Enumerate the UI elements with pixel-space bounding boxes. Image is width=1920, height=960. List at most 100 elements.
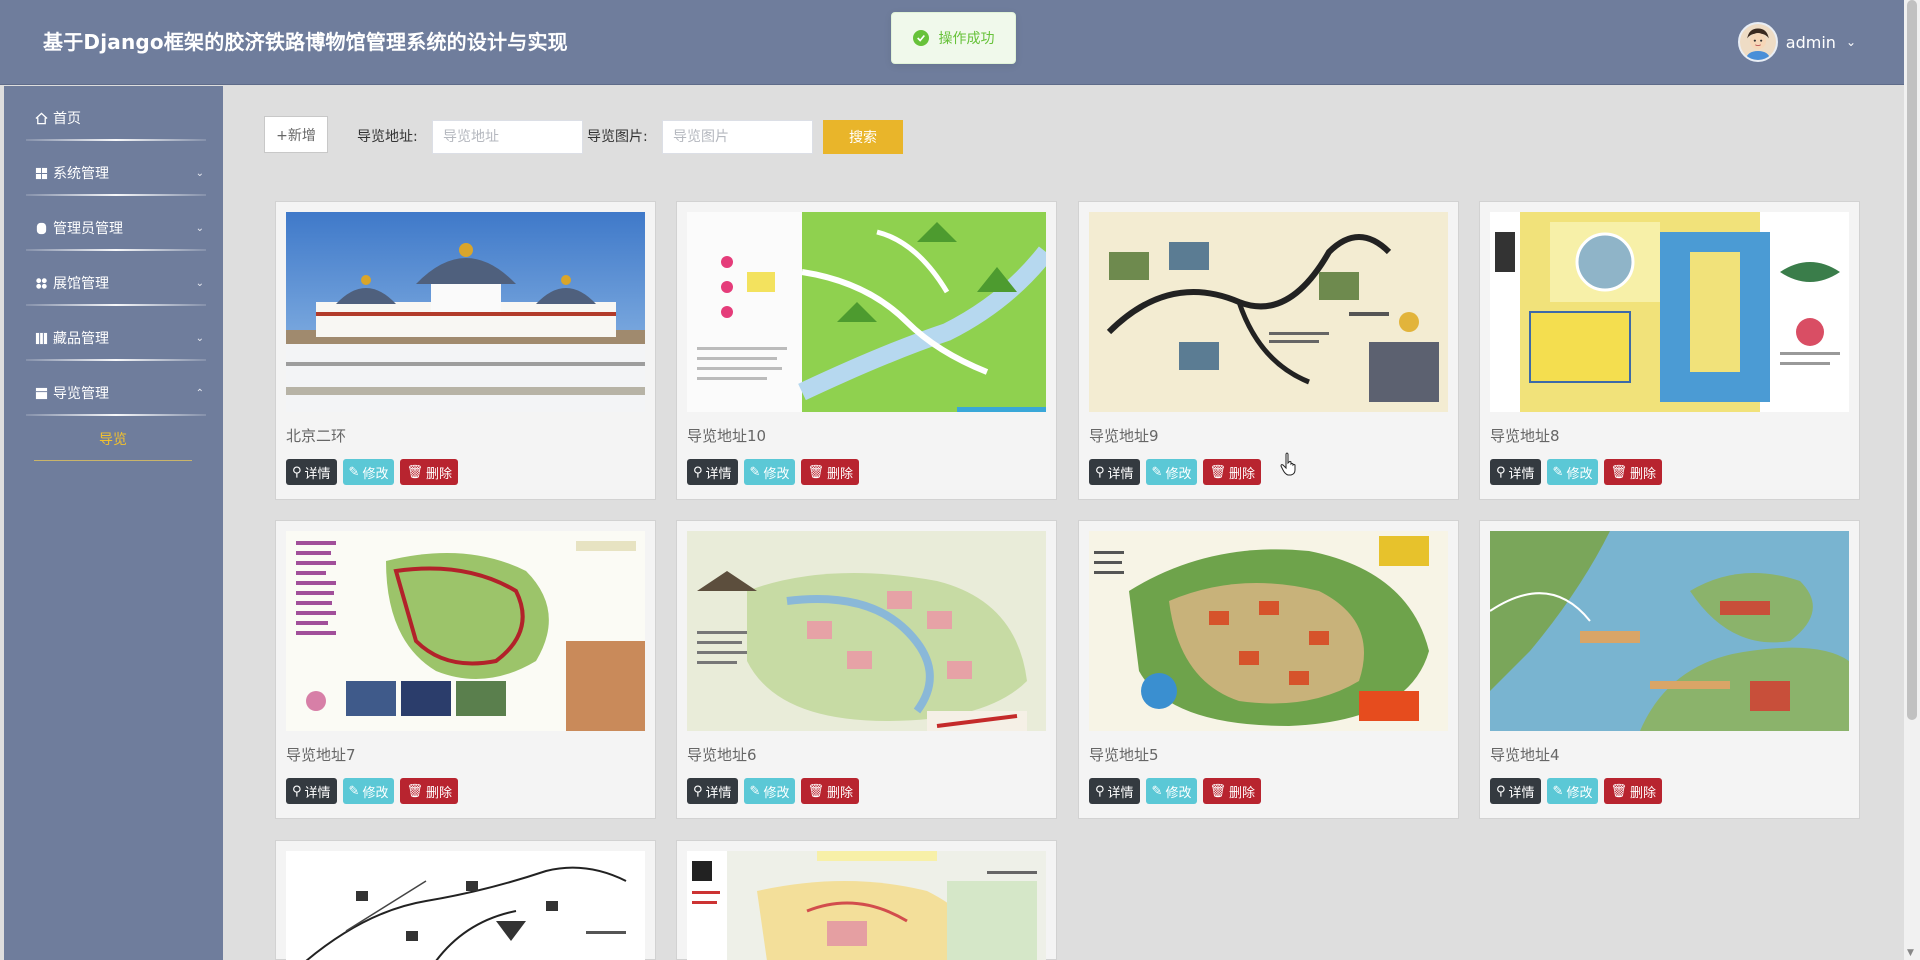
address-label: 导览地址: bbox=[357, 129, 418, 145]
delete-button[interactable]: 🗑 删除 bbox=[801, 778, 859, 804]
edit-button[interactable]: ✎ 修改 bbox=[342, 778, 395, 804]
check-circle-icon bbox=[912, 30, 929, 46]
delete-button[interactable]: 🗑 删除 bbox=[801, 459, 859, 485]
guide-image[interactable] bbox=[1490, 212, 1849, 412]
delete-button[interactable]: 🗑 删除 bbox=[400, 778, 458, 804]
guide-card: 导览地址6 ⚲ 详情 ✎ 修改 🗑 删除 bbox=[676, 520, 1057, 819]
trash-icon: 🗑 bbox=[1610, 464, 1627, 480]
detail-button[interactable]: ⚲ 详情 bbox=[1490, 778, 1541, 804]
sidebar-item-system[interactable]: 系统管理 ⌄ bbox=[34, 157, 206, 189]
edit-button[interactable]: ✎ 修改 bbox=[1546, 778, 1599, 804]
delete-button[interactable]: 🗑 删除 bbox=[1604, 778, 1662, 804]
divider bbox=[34, 460, 192, 461]
divider bbox=[26, 304, 206, 306]
edit-button[interactable]: ✎ 修改 bbox=[342, 459, 395, 485]
guide-title: 导览地址6 bbox=[687, 746, 757, 764]
hand-cursor-icon bbox=[1280, 452, 1296, 476]
search-button[interactable]: 搜索 bbox=[823, 120, 903, 154]
guide-image[interactable] bbox=[1490, 531, 1849, 731]
detail-button[interactable]: ⚲ 详情 bbox=[286, 778, 337, 804]
sidebar-item-hall[interactable]: 展馆管理 ⌄ bbox=[34, 267, 206, 299]
edit-button[interactable]: ✎ 修改 bbox=[743, 778, 796, 804]
card-actions: ⚲ 详情 ✎ 修改 🗑 删除 bbox=[286, 778, 458, 804]
guide-image[interactable] bbox=[687, 531, 1046, 731]
sidebar-item-collection[interactable]: 藏品管理 ⌄ bbox=[34, 322, 206, 354]
guide-image[interactable] bbox=[1089, 212, 1448, 412]
sidebar-item-label: 管理员管理 bbox=[53, 221, 123, 237]
chevron-down-icon: ⌄ bbox=[195, 332, 204, 344]
chevron-up-icon: ⌃ bbox=[195, 387, 204, 399]
sidebar-item-guide[interactable]: 导览管理 ⌃ bbox=[34, 377, 206, 409]
avatar bbox=[1737, 22, 1778, 62]
trash-icon: 🗑 bbox=[1209, 783, 1226, 799]
delete-button[interactable]: 🗑 删除 bbox=[1203, 459, 1261, 485]
delete-button[interactable]: 🗑 删除 bbox=[1604, 459, 1662, 485]
sidebar-item-label: 藏品管理 bbox=[53, 331, 109, 347]
guide-image[interactable] bbox=[687, 212, 1046, 412]
home-icon bbox=[34, 111, 48, 125]
search-icon: ⚲ bbox=[1496, 464, 1506, 480]
guide-image[interactable] bbox=[286, 851, 645, 960]
edit-button[interactable]: ✎ 修改 bbox=[1546, 459, 1599, 485]
chevron-down-icon: ⌄ bbox=[1845, 35, 1856, 49]
chevron-down-icon: ⌄ bbox=[195, 222, 204, 234]
sidebar: 首页 系统管理 ⌄ 管理员管理 ⌄ 展馆管理 ⌄ 藏品管理 ⌄ 导览管理 ⌃ 导… bbox=[4, 86, 223, 960]
divider bbox=[26, 249, 206, 251]
pencil-icon: ✎ bbox=[749, 783, 761, 799]
search-icon: ⚲ bbox=[1095, 464, 1105, 480]
detail-button[interactable]: ⚲ 详情 bbox=[1089, 459, 1140, 485]
pencil-icon: ✎ bbox=[749, 464, 761, 480]
add-button[interactable]: +新增 bbox=[264, 116, 328, 153]
search-icon: ⚲ bbox=[1496, 783, 1506, 799]
detail-button[interactable]: ⚲ 详情 bbox=[1490, 459, 1541, 485]
card-actions: ⚲ 详情 ✎ 修改 🗑 删除 bbox=[1089, 778, 1261, 804]
detail-button[interactable]: ⚲ 详情 bbox=[687, 778, 738, 804]
user-icon bbox=[34, 221, 48, 235]
guide-title: 导览地址9 bbox=[1089, 427, 1159, 445]
search-icon: ⚲ bbox=[1095, 783, 1105, 799]
pencil-icon: ✎ bbox=[1151, 464, 1163, 480]
scroll-down-icon[interactable]: ▼ bbox=[1907, 948, 1914, 958]
guide-card bbox=[275, 840, 656, 960]
guide-image[interactable] bbox=[1089, 531, 1448, 731]
guide-card: 北京二环 ⚲ 详情 ✎ 修改 🗑 删除 bbox=[275, 201, 656, 500]
pencil-icon: ✎ bbox=[1552, 464, 1564, 480]
edit-button[interactable]: ✎ 修改 bbox=[1145, 778, 1198, 804]
trash-icon: 🗑 bbox=[406, 464, 423, 480]
delete-button[interactable]: 🗑 删除 bbox=[400, 459, 458, 485]
grid-icon bbox=[34, 166, 48, 180]
sidebar-item-label: 首页 bbox=[53, 111, 81, 127]
image-input[interactable] bbox=[662, 120, 813, 154]
page-scrollbar[interactable]: ▼ bbox=[1904, 0, 1920, 960]
user-menu[interactable]: admin ⌄ bbox=[1737, 22, 1856, 62]
guide-card: 导览地址5 ⚲ 详情 ✎ 修改 🗑 删除 bbox=[1078, 520, 1459, 819]
edit-button[interactable]: ✎ 修改 bbox=[1145, 459, 1198, 485]
search-icon: ⚲ bbox=[693, 783, 703, 799]
guide-card: 导览地址9 ⚲ 详情 ✎ 修改 🗑 删除 bbox=[1078, 201, 1459, 500]
guide-title: 导览地址8 bbox=[1490, 427, 1560, 445]
guide-title: 导览地址5 bbox=[1089, 746, 1159, 764]
sidebar-subitem-guide[interactable]: 导览 bbox=[34, 424, 192, 454]
guide-image[interactable] bbox=[687, 851, 1046, 960]
address-input[interactable] bbox=[432, 120, 583, 154]
pencil-icon: ✎ bbox=[1151, 783, 1163, 799]
guide-image[interactable] bbox=[286, 212, 645, 412]
username: admin bbox=[1785, 32, 1836, 52]
card-actions: ⚲ 详情 ✎ 修改 🗑 删除 bbox=[1490, 459, 1662, 485]
detail-button[interactable]: ⚲ 详情 bbox=[687, 459, 738, 485]
sidebar-item-home[interactable]: 首页 bbox=[34, 102, 206, 134]
guide-title: 导览地址4 bbox=[1490, 746, 1560, 764]
guide-image[interactable] bbox=[286, 531, 645, 731]
sidebar-item-admin[interactable]: 管理员管理 ⌄ bbox=[34, 212, 206, 244]
card-actions: ⚲ 详情 ✎ 修改 🗑 删除 bbox=[1089, 459, 1261, 485]
divider bbox=[26, 359, 206, 361]
delete-button[interactable]: 🗑 删除 bbox=[1203, 778, 1261, 804]
guide-card bbox=[676, 840, 1057, 960]
detail-button[interactable]: ⚲ 详情 bbox=[286, 459, 337, 485]
detail-button[interactable]: ⚲ 详情 bbox=[1089, 778, 1140, 804]
scrollbar-thumb[interactable] bbox=[1907, 0, 1917, 720]
card-actions: ⚲ 详情 ✎ 修改 🗑 删除 bbox=[687, 778, 859, 804]
edit-button[interactable]: ✎ 修改 bbox=[743, 459, 796, 485]
guide-card: 导览地址4 ⚲ 详情 ✎ 修改 🗑 删除 bbox=[1479, 520, 1860, 819]
search-icon: ⚲ bbox=[693, 464, 703, 480]
